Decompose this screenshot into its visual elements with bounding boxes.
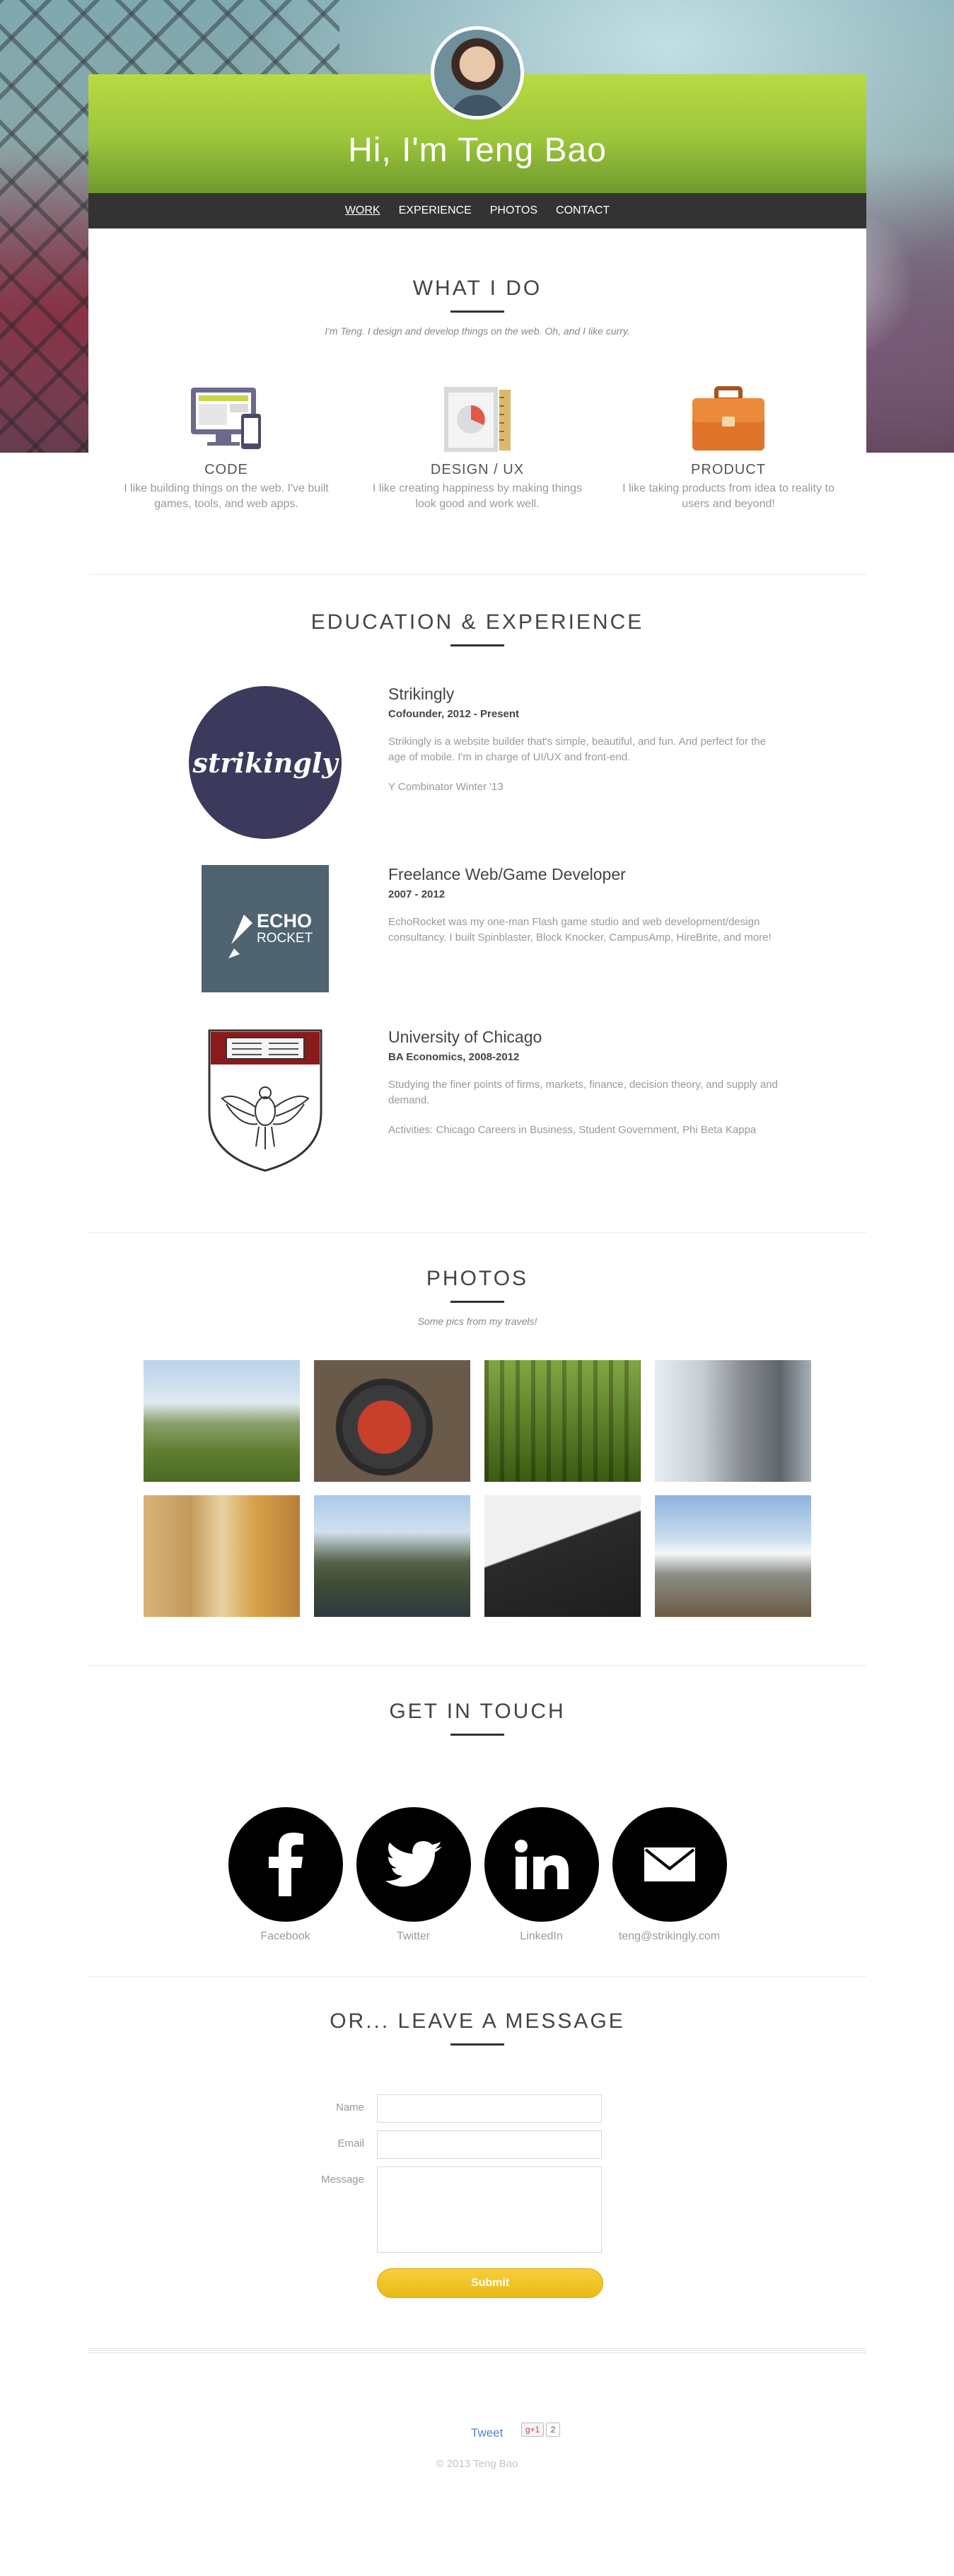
message-section: OR... LEAVE A MESSAGE Name Email Message… bbox=[88, 1977, 866, 2341]
contact-section: GET IN TOUCH Facebook Twitter LinkedIn t… bbox=[88, 1666, 866, 1977]
photo-street[interactable] bbox=[144, 1495, 300, 1617]
email-field[interactable] bbox=[377, 2130, 602, 2159]
email-row: Email bbox=[265, 2130, 619, 2159]
footer-divider bbox=[88, 2348, 866, 2354]
edu-dates: BA Economics, 2008-2012 bbox=[388, 1051, 520, 1063]
linkedin-icon[interactable] bbox=[484, 1807, 599, 1922]
copyright: © 2013 Teng Bao bbox=[436, 2458, 518, 2470]
name-row: Name bbox=[265, 2094, 619, 2123]
social-email[interactable]: teng@strikingly.com bbox=[612, 1807, 727, 1943]
what-i-do-subtitle: I'm Teng. I design and develop things on… bbox=[325, 325, 630, 337]
feature-code-desc: I like building things on the web. I've … bbox=[124, 482, 329, 510]
feature-product-desc: I like taking products from idea to real… bbox=[622, 482, 834, 510]
photo-forest[interactable] bbox=[484, 1360, 641, 1482]
feature-code-title: CODE bbox=[204, 462, 248, 477]
feature-design-desc: I like creating happiness by making thin… bbox=[372, 482, 583, 510]
name-label: Name bbox=[335, 2101, 364, 2113]
edu-item-strikingly: strikingly Strikingly Cofounder, 2012 - … bbox=[187, 685, 766, 847]
edu-item-uchicago: University of Chicago BA Economics, 2008… bbox=[187, 1028, 778, 1183]
nav-contact[interactable]: CONTACT bbox=[556, 204, 610, 217]
briefcase-icon bbox=[690, 384, 767, 455]
nav-experience[interactable]: EXPERIENCE bbox=[399, 204, 472, 217]
feature-product-title: PRODUCT bbox=[691, 462, 766, 477]
feature-design-title: DESIGN / UX bbox=[430, 462, 525, 477]
social-label: LinkedIn bbox=[520, 1930, 563, 1942]
edu-extra: Activities: Chicago Careers in Business,… bbox=[388, 1124, 757, 1136]
uchicago-crest bbox=[187, 1028, 343, 1173]
main-card: Hi, I'm Teng Bao WORK EXPERIENCE PHOTOS … bbox=[88, 26, 866, 2341]
hero-banner: Hi, I'm Teng Bao bbox=[88, 26, 866, 193]
title-rule bbox=[450, 311, 504, 313]
facebook-icon[interactable] bbox=[228, 1807, 343, 1922]
edu-title: University of Chicago bbox=[388, 1028, 542, 1046]
tweet-button[interactable]: Tweet bbox=[471, 2426, 503, 2440]
feature-code: CODE I like building things on the web. … bbox=[117, 384, 336, 512]
edu-item-echorocket: ECHO ROCKET Freelance Web/Game Developer… bbox=[187, 865, 772, 999]
title-rule bbox=[450, 2043, 504, 2046]
top-nav: WORK EXPERIENCE PHOTOS CONTACT bbox=[88, 193, 866, 228]
message-row: Message bbox=[265, 2166, 619, 2253]
edu-extra: Y Combinator Winter '13 bbox=[388, 781, 504, 793]
feature-list: CODE I like building things on the web. … bbox=[117, 384, 838, 512]
hero-title: Hi, I'm Teng Bao bbox=[348, 132, 607, 169]
gplus-count: 2 bbox=[546, 2423, 560, 2437]
edu-desc: Studying the finer points of firms, mark… bbox=[388, 1079, 778, 1106]
edu-title: Strikingly bbox=[388, 685, 455, 703]
submit-button[interactable]: Submit bbox=[377, 2268, 603, 2298]
echo-text: ECHO bbox=[257, 910, 313, 932]
photo-lake-mountains[interactable] bbox=[314, 1495, 470, 1617]
nav-work[interactable]: WORK bbox=[345, 204, 380, 217]
social-links: Facebook Twitter LinkedIn teng@strikingl… bbox=[228, 1807, 727, 1943]
svg-text:strikingly: strikingly bbox=[192, 747, 340, 779]
avatar bbox=[431, 26, 524, 120]
monitor-icon bbox=[187, 384, 265, 455]
photos-subtitle: Some pics from my travels! bbox=[417, 1316, 537, 1327]
what-i-do-section: WHAT I DO I'm Teng. I design and develop… bbox=[88, 228, 866, 575]
photos-section: PHOTOS Some pics from my travels! bbox=[88, 1233, 866, 1666]
photo-cathedral[interactable] bbox=[655, 1360, 811, 1482]
gplus-icon[interactable]: g+1 bbox=[521, 2423, 544, 2437]
education-section: EDUCATION & EXPERIENCE strikingly Striki… bbox=[88, 575, 866, 1233]
nav-photos[interactable]: PHOTOS bbox=[490, 204, 537, 217]
photo-alps[interactable] bbox=[655, 1495, 811, 1617]
title-rule bbox=[450, 644, 504, 646]
feature-design: DESIGN / UX I like creating happiness by… bbox=[368, 384, 587, 512]
photo-building-window[interactable] bbox=[484, 1495, 641, 1617]
edu-title: Freelance Web/Game Developer bbox=[388, 865, 626, 883]
social-linkedin[interactable]: LinkedIn bbox=[484, 1807, 599, 1943]
strikingly-logo: strikingly bbox=[187, 685, 343, 840]
social-facebook[interactable]: Facebook bbox=[228, 1807, 343, 1943]
social-label: Facebook bbox=[260, 1930, 310, 1942]
social-label: teng@strikingly.com bbox=[618, 1930, 721, 1942]
message-title: OR... LEAVE A MESSAGE bbox=[330, 2009, 625, 2033]
rocket-text: ROCKET bbox=[257, 931, 313, 946]
photo-pan-cooking[interactable] bbox=[314, 1360, 470, 1482]
gplus-button[interactable]: g+1 2 bbox=[521, 2423, 560, 2437]
title-rule bbox=[450, 1734, 504, 1736]
photo-mountain-meadow[interactable] bbox=[144, 1360, 300, 1482]
edu-desc: Strikingly is a website builder that's s… bbox=[388, 736, 766, 763]
name-field[interactable] bbox=[377, 2094, 602, 2123]
message-label: Message bbox=[321, 2174, 364, 2186]
edu-dates: 2007 - 2012 bbox=[388, 888, 446, 900]
message-field[interactable] bbox=[377, 2166, 602, 2253]
contact-title: GET IN TOUCH bbox=[389, 1700, 566, 1723]
title-rule bbox=[450, 1301, 504, 1303]
what-i-do-title: WHAT I DO bbox=[412, 277, 542, 300]
edu-desc: EchoRocket was my one-man Flash game stu… bbox=[388, 916, 772, 944]
email-label: Email bbox=[337, 2137, 364, 2149]
social-label: Twitter bbox=[396, 1930, 431, 1942]
social-twitter[interactable]: Twitter bbox=[356, 1807, 471, 1943]
education-title: EDUCATION & EXPERIENCE bbox=[310, 610, 644, 634]
feature-product: PRODUCT I like taking products from idea… bbox=[619, 384, 838, 512]
echorocket-logo: ECHO ROCKET bbox=[187, 865, 343, 992]
twitter-icon[interactable] bbox=[356, 1807, 471, 1922]
email-icon[interactable] bbox=[612, 1807, 727, 1922]
edu-dates: Cofounder, 2012 - Present bbox=[388, 708, 520, 720]
photo-grid bbox=[144, 1360, 811, 1617]
design-chart-icon bbox=[438, 384, 516, 455]
photos-title: PHOTOS bbox=[426, 1267, 529, 1290]
